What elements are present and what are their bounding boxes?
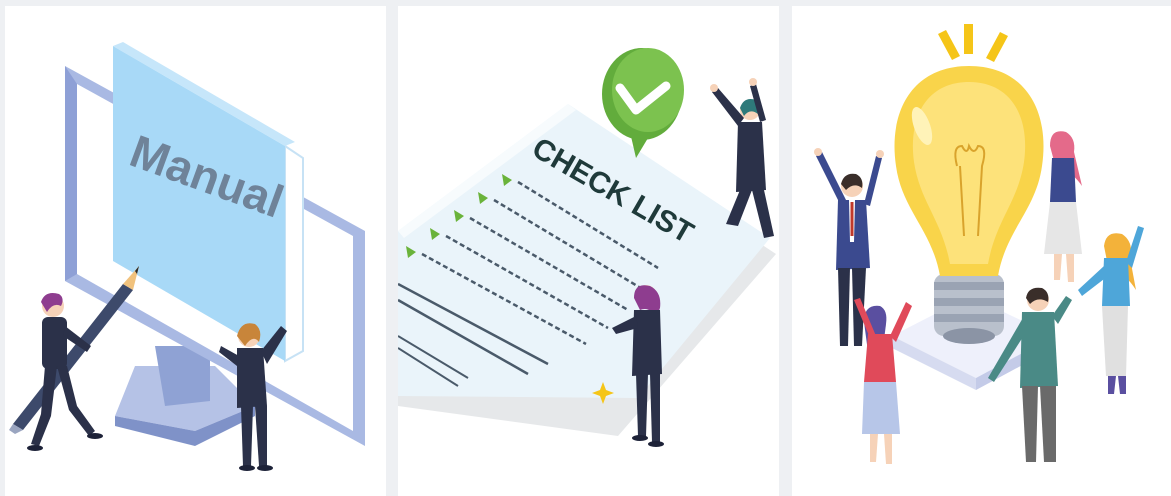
light-rays xyxy=(938,24,1008,62)
illustration-gallery: Manual CHECK LIST xyxy=(0,0,1171,496)
checklist-illustration-card[interactable]: CHECK LIST xyxy=(398,6,779,496)
bulb-socket xyxy=(934,274,1004,344)
light-bulb-icon xyxy=(894,66,1044,276)
person-woman-blue xyxy=(1078,226,1144,394)
idea-illustration-card[interactable] xyxy=(792,6,1171,496)
manual-illustration: Manual xyxy=(9,42,365,471)
idea-illustration xyxy=(814,24,1144,464)
manual-illustration-card[interactable]: Manual xyxy=(5,6,386,496)
person-left xyxy=(27,293,103,451)
person-woman-skirt xyxy=(1044,131,1082,282)
checklist-illustration: CHECK LIST xyxy=(398,48,776,447)
checklist-document: CHECK LIST xyxy=(398,104,770,398)
